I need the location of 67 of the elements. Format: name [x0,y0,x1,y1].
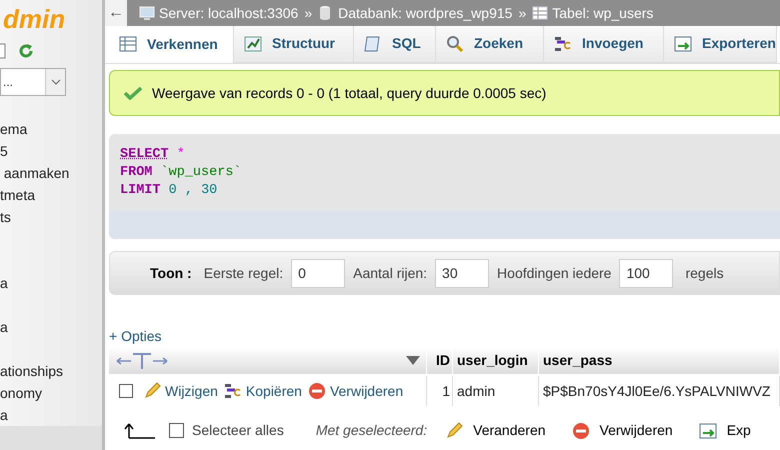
field-label: Hoofdingen iedere [497,264,612,283]
tab[interactable]: Structuur [234,26,354,63]
pencil-icon [445,422,464,440]
show-label: Toon : [150,264,192,282]
input-field[interactable]: 100 [619,258,674,288]
export-icon [698,422,717,440]
action-link[interactable]: Wijzigen [165,380,218,402]
table-cell-text: $P$Bn70sY4Jl0Ee/6.YsPALVNIWVZ [543,382,770,400]
bulk-action-button[interactable]: Veranderen [445,420,546,441]
sidebar-item[interactable]: a [0,316,8,338]
pencil-icon [143,382,161,400]
table-icon [119,35,137,53]
sidebar-item[interactable]: a [0,272,8,294]
bulk-action-button[interactable]: Exp [698,420,751,441]
breadcrumb-separator: » [517,4,528,22]
back-button[interactable]: ← [105,0,127,26]
insert-row-icon [224,382,242,400]
bulk-action-button[interactable]: Verwijderen [572,420,673,441]
sidebar-item[interactable]: onomy [0,382,42,404]
tab[interactable]: Exporteren [664,26,777,63]
insert-row-icon [554,34,572,52]
no-entry-icon [308,382,326,400]
sql-code: SELECT * FROM `wp_users` LIMIT 0 , 30 [119,146,243,200]
document-icon[interactable] [0,43,6,59]
action-link[interactable]: Verwijderen [330,380,404,402]
table-cell-text: 1 [442,382,450,400]
sidebar-item[interactable]: aanmaken [0,162,70,184]
tab[interactable]: SQL [354,26,436,63]
chart-icon [244,34,262,52]
chevron-down-icon [50,79,60,85]
no-entry-icon [572,422,590,440]
checkmark-icon [124,86,142,100]
column-header[interactable]: user_pass [543,350,612,371]
sidebar-item[interactable]: ationships [0,360,64,382]
breadcrumb-separator: » [303,4,314,22]
with-selected-label: Met geselecteerd: [316,421,428,440]
select-all-checkbox[interactable]: Selecteer alles [169,420,284,441]
sidebar-item[interactable]: a [0,404,8,426]
column-header[interactable]: user_login [457,350,528,371]
options-link[interactable]: + Opties [109,326,162,347]
sidebar-item[interactable]: ts [0,206,11,228]
field-label: regels [685,264,724,283]
input-field[interactable]: 0 [291,258,346,288]
field-label: Eerste regel: [204,264,284,283]
tab[interactable]: Invoegen [544,26,664,63]
table-cell-text: admin [457,382,496,400]
message-text: Weergave van records 0 - 0 (1 totaal, query duurde 0.0005 sec) [152,84,546,103]
table-icon [532,5,548,21]
magnifier-icon [446,34,464,52]
tab[interactable]: Zoeken [436,26,544,63]
input-field[interactable]: 30 [435,258,490,288]
column-resize-icon[interactable] [115,352,169,370]
reload-icon[interactable] [18,43,34,59]
sidebar-item[interactable]: ema [0,118,28,140]
column-header[interactable]: ID [436,350,450,371]
field-label: Aantal rijen: [353,264,428,283]
logo-text: dmin [3,6,66,32]
checkbox[interactable] [119,384,133,398]
action-link[interactable]: Kopiëren [246,380,302,402]
sidebar-item[interactable]: 5 [0,140,8,162]
database-select[interactable]: ... [0,68,66,96]
export-icon [674,34,692,52]
dropdown-triangle-icon[interactable] [406,356,420,365]
arrow-up-left-icon [123,422,155,440]
monitor-icon [139,5,155,21]
sidebar-item[interactable]: tmeta [0,184,36,206]
scroll-icon [364,34,382,52]
